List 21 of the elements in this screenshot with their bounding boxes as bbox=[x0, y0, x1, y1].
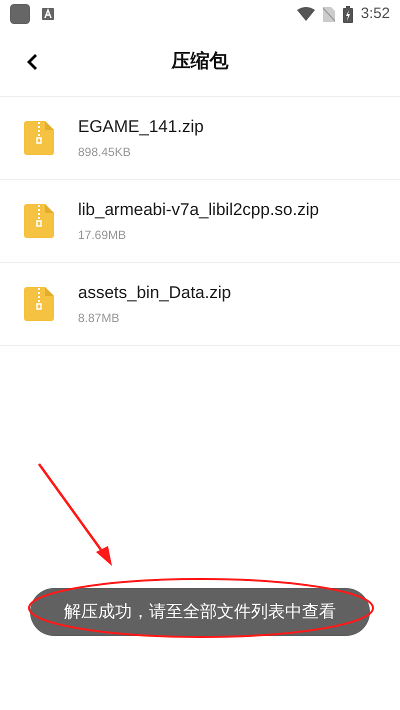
back-icon bbox=[26, 53, 38, 71]
zip-file-icon bbox=[24, 287, 54, 321]
file-name: lib_armeabi-v7a_libil2cpp.so.zip bbox=[78, 200, 319, 220]
file-row[interactable]: assets_bin_Data.zip 8.87MB bbox=[0, 263, 400, 346]
file-size: 17.69MB bbox=[78, 228, 128, 242]
zip-file-icon bbox=[24, 204, 54, 238]
file-name: EGAME_141.zip bbox=[78, 117, 204, 137]
app-icon bbox=[10, 4, 30, 24]
wifi-icon bbox=[296, 7, 315, 21]
zip-file-icon bbox=[24, 121, 54, 155]
file-name: assets_bin_Data.zip bbox=[78, 283, 232, 303]
file-size: 898.45KB bbox=[78, 145, 132, 159]
page-title: 压缩包 bbox=[172, 50, 228, 74]
keyboard-icon bbox=[42, 8, 54, 20]
battery-charging-icon bbox=[342, 6, 353, 22]
toast-message: 解压成功，请至全部文件列表中查看 bbox=[30, 588, 370, 636]
file-row[interactable]: EGAME_141.zip 898.45KB bbox=[0, 97, 400, 180]
clock-time: 3:52 bbox=[360, 4, 390, 24]
no-sim-icon bbox=[322, 6, 335, 22]
file-row[interactable]: lib_armeabi-v7a_libil2cpp.so.zip 17.69MB bbox=[0, 180, 400, 263]
file-size: 8.87MB bbox=[78, 311, 120, 325]
